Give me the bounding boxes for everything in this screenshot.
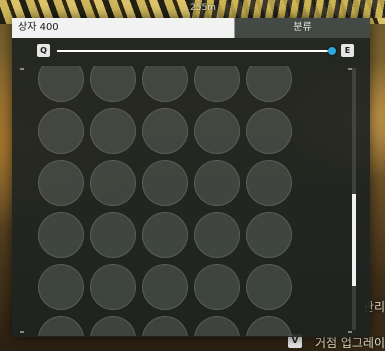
item-slot[interactable] <box>90 160 136 206</box>
item-slot[interactable] <box>38 160 84 206</box>
item-slot[interactable] <box>38 108 84 154</box>
item-slot[interactable] <box>246 108 292 154</box>
item-slot[interactable] <box>142 66 188 102</box>
item-slot[interactable] <box>142 160 188 206</box>
e-key-badge[interactable]: E <box>341 44 354 57</box>
item-slot[interactable] <box>38 66 84 102</box>
grid-corner-marker <box>348 331 352 333</box>
page-slider-row: Q E <box>12 44 370 60</box>
item-slot[interactable] <box>194 316 240 336</box>
item-slot[interactable] <box>246 316 292 336</box>
sort-button[interactable]: 분류 <box>234 18 370 38</box>
item-slot[interactable] <box>142 264 188 310</box>
scene-distance-caption: 255m <box>190 3 216 13</box>
page-slider-thumb[interactable] <box>328 47 336 55</box>
item-slot[interactable] <box>90 212 136 258</box>
grid-scrollbar[interactable] <box>352 68 356 330</box>
item-slot-grid <box>20 66 296 336</box>
item-slot[interactable] <box>90 316 136 336</box>
item-slot[interactable] <box>246 160 292 206</box>
item-slot[interactable] <box>38 212 84 258</box>
item-slot[interactable] <box>90 264 136 310</box>
item-slots <box>38 66 292 336</box>
striped-objects-top-right <box>190 0 385 18</box>
item-slot[interactable] <box>90 66 136 102</box>
item-slot[interactable] <box>246 264 292 310</box>
grid-scroll-thumb[interactable] <box>352 194 356 286</box>
item-slot[interactable] <box>194 108 240 154</box>
item-slot[interactable] <box>142 108 188 154</box>
item-slot[interactable] <box>194 264 240 310</box>
item-slot[interactable] <box>246 212 292 258</box>
item-slot[interactable] <box>38 264 84 310</box>
item-slot[interactable] <box>38 316 84 336</box>
item-slot[interactable] <box>194 212 240 258</box>
storage-box-panel: 상자 400 분류 Q E <box>12 18 370 337</box>
q-key-badge[interactable]: Q <box>37 44 50 57</box>
panel-header: 상자 400 분류 <box>12 18 370 38</box>
box-title: 상자 400 <box>12 18 234 38</box>
item-slot[interactable] <box>142 316 188 336</box>
item-slot[interactable] <box>90 108 136 154</box>
item-slot[interactable] <box>194 160 240 206</box>
page-slider-track[interactable] <box>57 50 333 52</box>
item-slot[interactable] <box>142 212 188 258</box>
item-slot[interactable] <box>246 66 292 102</box>
item-slot[interactable] <box>194 66 240 102</box>
